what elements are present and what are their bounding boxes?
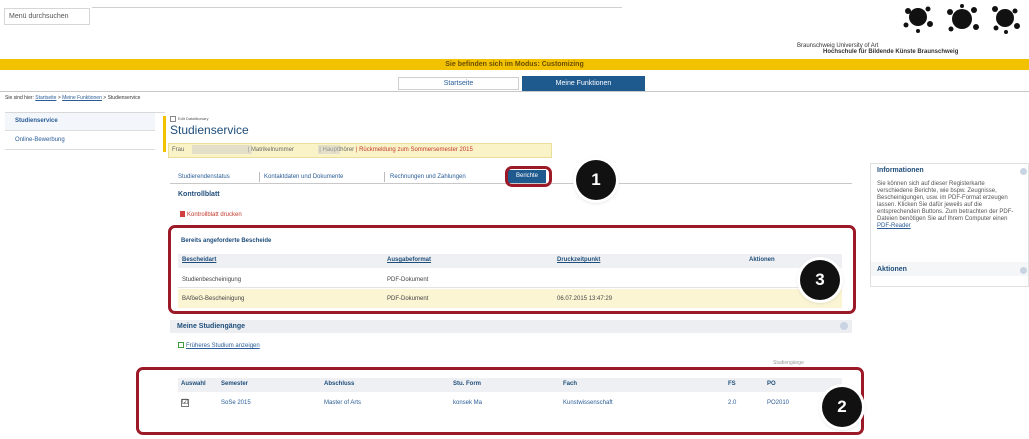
collapse-icon[interactable]	[840, 322, 848, 330]
nav-divider	[0, 91, 1029, 92]
sidebar-item-studienservice[interactable]: Studienservice	[5, 113, 155, 131]
tab-meine-funktionen[interactable]: Meine Funktionen	[522, 76, 645, 91]
redacted-matrikel	[318, 145, 340, 154]
earlier-studies-label: Früheres Studium anzeigen	[186, 343, 260, 349]
info-panel-title: Informationen	[877, 167, 924, 174]
tab-startseite[interactable]: Startseite	[398, 77, 519, 90]
info-panel-description: Sie können sich auf dieser Registerkarte…	[877, 181, 1014, 222]
callout-box-3	[168, 225, 856, 314]
subtab-separator	[384, 172, 385, 182]
pdf-icon	[180, 211, 185, 217]
callout-box-1	[505, 166, 552, 187]
mode-text: Sie befinden sich im Modus: Customizing	[445, 61, 584, 68]
expand-icon	[178, 342, 184, 348]
edit-dictionary-checkbox[interactable]	[170, 116, 176, 122]
breadcrumb-separator: >	[103, 95, 107, 101]
menu-search-input[interactable]: Menü durchsuchen	[4, 8, 90, 25]
expand-icon[interactable]	[1020, 267, 1027, 274]
actions-title: Aktionen	[877, 266, 907, 273]
kontrollblatt-print-link[interactable]: Kontrollblatt drucken	[180, 211, 242, 218]
collapse-icon[interactable]	[1020, 168, 1027, 175]
studiengaenge-heading: Meine Studiengänge	[177, 323, 246, 330]
info-panel-text: Sie können sich auf dieser Registerkarte…	[877, 181, 1022, 230]
top-divider	[92, 7, 622, 8]
info-salutation: Frau	[172, 147, 185, 153]
info-rueckmeldung[interactable]: | Rückmeldung zum Sommersemester 2015	[356, 147, 473, 153]
info-matrikel: | Matrikelnummer	[247, 147, 294, 153]
page-title: Studienservice	[170, 123, 249, 137]
earlier-studies-link[interactable]: Früheres Studium anzeigen	[178, 342, 260, 349]
subtab-studierendenstatus[interactable]: Studierendenstatus	[178, 171, 230, 183]
breadcrumb-current: Studienservice	[107, 95, 141, 101]
breadcrumb-separator: >	[57, 95, 61, 101]
breadcrumb: Sie sind hier: Startseite > Meine Funkti…	[5, 95, 140, 101]
sidebar-item-online-bewerbung[interactable]: Online-Bewerbung	[5, 132, 155, 150]
edit-dictionary-label: Edit Datatlkonary	[178, 116, 209, 121]
kontrollblatt-heading: Kontrollblatt	[178, 191, 220, 198]
breadcrumb-prefix: Sie sind hier:	[5, 95, 34, 101]
breadcrumb-startseite[interactable]: Startseite	[35, 95, 56, 101]
callout-number-3: 3	[800, 260, 840, 300]
subtab-separator	[259, 172, 260, 182]
pdf-reader-link[interactable]: PDF-Reader	[877, 223, 911, 229]
callout-number-2: 2	[822, 387, 862, 427]
redacted-name	[192, 145, 252, 154]
breadcrumb-meine-funktionen[interactable]: Meine Funktionen	[62, 95, 102, 101]
header-accent	[163, 116, 166, 152]
studiengaenge-header-bar	[170, 320, 852, 333]
callout-box-2	[136, 367, 864, 435]
university-name-de: Hochschule für Bildende Künste Braunschw…	[823, 49, 959, 55]
subtab-kontaktdaten[interactable]: Kontaktdaten und Dokumente	[264, 171, 343, 183]
kontrollblatt-print-label: Kontrollblatt drucken	[187, 212, 242, 218]
callout-number-1: 1	[576, 160, 616, 200]
subtab-rechnungen[interactable]: Rechnungen und Zahlungen	[390, 171, 466, 183]
studiengaenge-small-link[interactable]: Studiengänge	[773, 360, 804, 366]
